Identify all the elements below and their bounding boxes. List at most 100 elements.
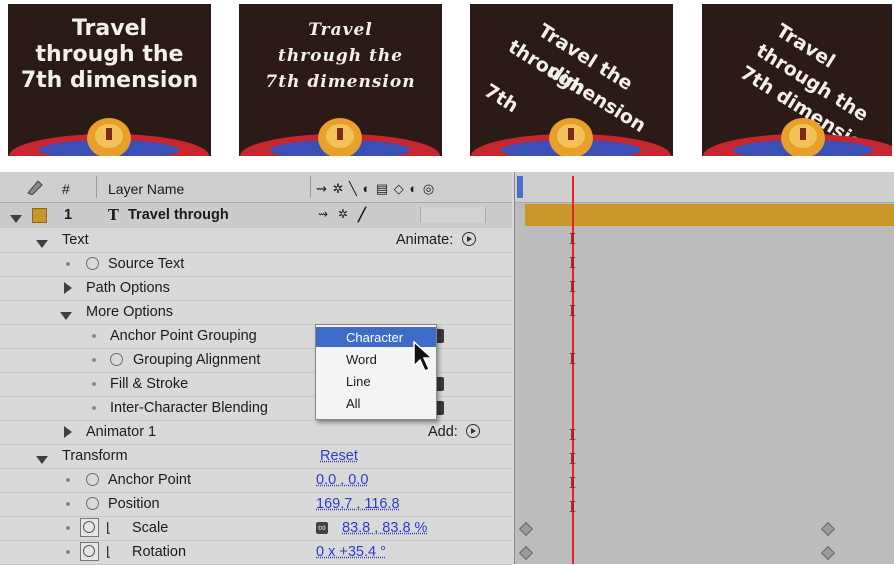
number-column-header[interactable]: # xyxy=(62,181,70,197)
keyframe-diamond[interactable] xyxy=(820,521,836,537)
graph-icon[interactable]: ⌊ xyxy=(106,520,111,536)
fill-stroke-label: Fill & Stroke xyxy=(110,376,189,392)
ufo-graphic xyxy=(703,118,892,156)
keyframe-marker[interactable]: I xyxy=(569,278,576,296)
twirl-down-icon[interactable] xyxy=(10,215,22,223)
animate-label: Animate: xyxy=(396,232,454,248)
bullet-dot xyxy=(92,334,96,338)
thumb-line: through the xyxy=(35,42,184,67)
text-group-row[interactable]: Text Animate: xyxy=(0,228,512,253)
add-menu-button[interactable] xyxy=(464,424,480,440)
bullet-dot xyxy=(66,262,70,266)
work-area-start-marker[interactable] xyxy=(517,176,523,198)
position-value[interactable]: 169.7 , 116.8 xyxy=(316,496,400,512)
rotation-row[interactable]: ⌊ Rotation 0 x +35.4 ° xyxy=(0,540,512,565)
thumb-line: through the xyxy=(277,46,404,66)
keyframe-diamond[interactable] xyxy=(518,521,534,537)
ufo-graphic xyxy=(471,118,671,156)
label-icon[interactable] xyxy=(26,179,44,195)
keyframe-marker[interactable]: I xyxy=(569,426,576,444)
quality-switch-icon[interactable]: ╱ xyxy=(358,207,366,223)
keyframe-diamond[interactable] xyxy=(820,545,836,561)
twirl-down-icon[interactable] xyxy=(36,240,48,248)
graph-icon[interactable]: ⌊ xyxy=(106,544,111,560)
constrain-proportions-icon[interactable]: ∞ xyxy=(316,522,328,534)
inter-character-blending-label: Inter-Character Blending xyxy=(110,400,268,416)
position-label: Position xyxy=(108,496,160,512)
twirl-down-icon[interactable] xyxy=(60,312,72,320)
twirl-right-icon[interactable] xyxy=(64,282,72,294)
preview-thumbnail-4: Travel through the 7th dimension xyxy=(702,4,892,156)
grouping-alignment-label: Grouping Alignment xyxy=(133,352,261,368)
timeline-panel: # Layer Name ⇝ ✲ ╲ ◐ ▤ ◇ ◐ ◎ I I I I I I… xyxy=(0,172,894,565)
ufo-graphic xyxy=(240,118,440,156)
stopwatch-active-icon[interactable] xyxy=(80,518,99,537)
preview-thumbnail-2: Travel through the 7th dimension xyxy=(239,4,442,156)
layer-index: 1 xyxy=(64,207,73,223)
keyframe-marker[interactable]: I xyxy=(569,450,576,468)
path-options-row[interactable]: Path Options xyxy=(0,276,512,301)
keyframe-marker[interactable]: I xyxy=(569,350,576,368)
add-label: Add: xyxy=(428,424,458,440)
anchor-point-value[interactable]: 0.0 , 0.0 xyxy=(316,472,368,488)
stopwatch-icon[interactable] xyxy=(86,473,99,486)
stopwatch-icon[interactable] xyxy=(86,497,99,510)
bullet-dot xyxy=(66,526,70,530)
menu-item-line[interactable]: Line xyxy=(316,371,436,391)
preview-thumbnail-1: Travel through the 7th dimension xyxy=(8,4,211,156)
text-layer-icon: T xyxy=(108,207,119,224)
more-options-label: More Options xyxy=(86,304,174,320)
menu-item-all[interactable]: All xyxy=(316,393,436,413)
scale-row[interactable]: ⌊ Scale ∞ 83.8 , 83.8 % xyxy=(0,516,512,541)
anchor-point-label: Anchor Point xyxy=(108,472,192,488)
layer-name-column-header[interactable]: Layer Name xyxy=(108,181,184,197)
label-color-swatch[interactable] xyxy=(32,208,47,223)
keyframe-marker[interactable]: I xyxy=(569,254,576,272)
thumb-line: 7th dimension xyxy=(20,68,199,93)
stopwatch-active-icon[interactable] xyxy=(80,542,99,561)
twirl-right-icon[interactable] xyxy=(64,426,72,438)
layer-duration-bar[interactable] xyxy=(525,204,894,226)
thumb-line: Travel xyxy=(308,20,373,40)
thumb-line: Travel xyxy=(71,16,148,41)
source-text-label: Source Text xyxy=(108,256,185,272)
more-options-row[interactable]: More Options xyxy=(0,300,512,325)
position-row[interactable]: Position 169.7 , 116.8 xyxy=(0,492,512,517)
stopwatch-icon[interactable] xyxy=(110,353,123,366)
bullet-dot xyxy=(66,502,70,506)
timeline-area[interactable]: I I I I I I I I I xyxy=(514,172,894,564)
collapse-switch-icon[interactable]: ✲ xyxy=(338,207,348,221)
anchor-point-row[interactable]: Anchor Point 0.0 , 0.0 xyxy=(0,468,512,493)
animator-row[interactable]: Animator 1 Add: xyxy=(0,420,512,445)
scale-label: Scale xyxy=(132,520,169,536)
path-options-label: Path Options xyxy=(86,280,170,296)
bullet-dot xyxy=(92,406,96,410)
layer-row[interactable]: 1 T Travel through ⇝ ✲ ╱ xyxy=(0,203,512,228)
reset-link[interactable]: Reset xyxy=(320,448,358,464)
scale-value[interactable]: 83.8 , 83.8 % xyxy=(342,520,427,536)
rotation-value[interactable]: 0 x +35.4 ° xyxy=(316,544,386,560)
keyframe-marker[interactable]: I xyxy=(569,498,576,516)
keyframe-marker[interactable]: I xyxy=(569,474,576,492)
twirl-down-icon[interactable] xyxy=(36,456,48,464)
keyframe-marker[interactable]: I xyxy=(569,302,576,320)
stopwatch-icon[interactable] xyxy=(86,257,99,270)
bullet-dot xyxy=(66,550,70,554)
transform-label: Transform xyxy=(62,448,128,464)
mouse-cursor-icon xyxy=(413,340,434,373)
switches-icons[interactable]: ⇝ ✲ ╲ ◐ ▤ ◇ ◐ ◎ xyxy=(316,181,435,197)
animate-menu-button[interactable] xyxy=(460,232,476,248)
bullet-dot xyxy=(92,358,96,362)
preview-thumbnail-3: Travel the through dimension 7th xyxy=(470,4,673,156)
text-group-label: Text xyxy=(62,232,89,248)
ufo-graphic xyxy=(9,118,209,156)
thumb-line: 7th dimension xyxy=(265,72,416,92)
keyframe-marker[interactable]: I xyxy=(569,230,576,248)
source-text-row[interactable]: Source Text xyxy=(0,252,512,277)
rotation-label: Rotation xyxy=(132,544,187,560)
keyframe-diamond[interactable] xyxy=(518,545,534,561)
layer-name[interactable]: Travel through xyxy=(128,207,229,223)
shy-switch-icon[interactable]: ⇝ xyxy=(318,207,328,221)
bullet-dot xyxy=(92,382,96,386)
transform-group-row[interactable]: Transform Reset xyxy=(0,444,512,469)
